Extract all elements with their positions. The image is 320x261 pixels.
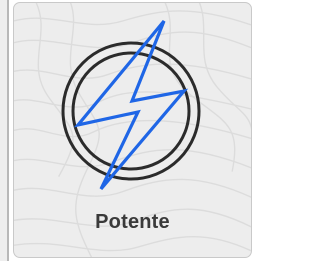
feature-card[interactable]: Potente bbox=[13, 2, 252, 258]
adjacent-panel-edge bbox=[0, 0, 9, 261]
card-label: Potente bbox=[95, 211, 170, 233]
lightning-bolt-in-circle-icon bbox=[56, 17, 206, 193]
